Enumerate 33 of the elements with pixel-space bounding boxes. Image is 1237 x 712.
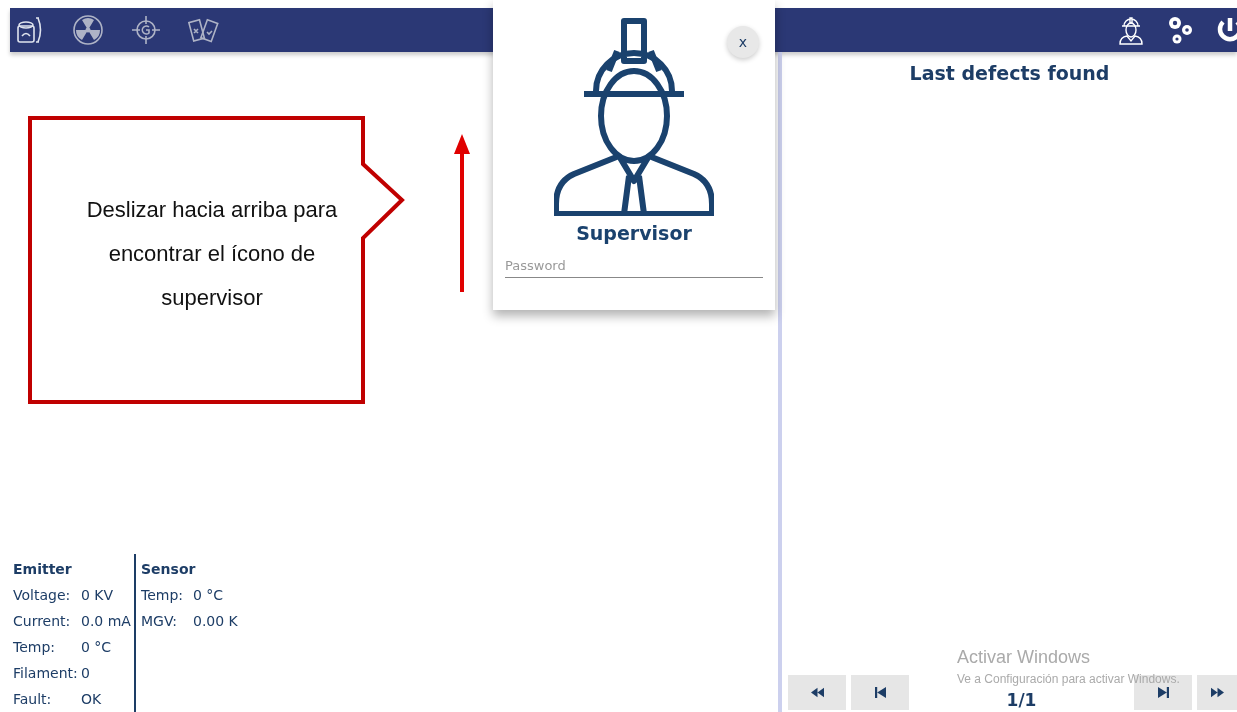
status-value: 0 °C [193,586,224,605]
status-label: Temp: [141,586,185,605]
status-label: Voltage: [13,586,72,605]
status-value: 0.00 K [193,612,238,631]
status-value: 0 KV [81,586,114,605]
activation-message: Ve a Configuración para activar Windows. [957,672,1180,686]
sensor-heading: Sensor [141,560,197,579]
skip-forward-icon [1156,687,1170,698]
emitter-heading: Emitter [13,560,73,579]
fast-forward-icon [1210,687,1224,698]
status-value: 0 [81,664,90,683]
radiation-icon[interactable] [72,14,104,46]
panel-title: Last defects found [908,62,1111,84]
callout-text: Deslizar hacia arriba para encontrar el ícono de supervisor [85,196,339,312]
status-label: Current: [13,612,72,631]
previous-page-button[interactable] [851,675,909,710]
dialog-title: Supervisor [576,222,692,244]
close-button[interactable]: x [727,26,759,58]
status-value: OK [81,690,102,709]
rewind-icon [810,687,824,698]
status-label: Temp: [13,638,57,657]
status-label: Fault: [13,690,53,709]
status-label: MGV: [141,612,179,631]
activation-title: Activar Windows [957,647,1092,668]
status-value: 0.0 mA [81,612,131,631]
supervisor-icon [554,16,714,216]
page-indicator: 1/1 [1006,689,1037,710]
skip-back-icon [873,687,887,698]
last-page-button[interactable] [1197,675,1237,710]
target-icon[interactable] [130,14,162,46]
status-label: Filament: [13,664,79,683]
status-value: 0 °C [81,638,112,657]
first-page-button[interactable] [788,675,846,710]
